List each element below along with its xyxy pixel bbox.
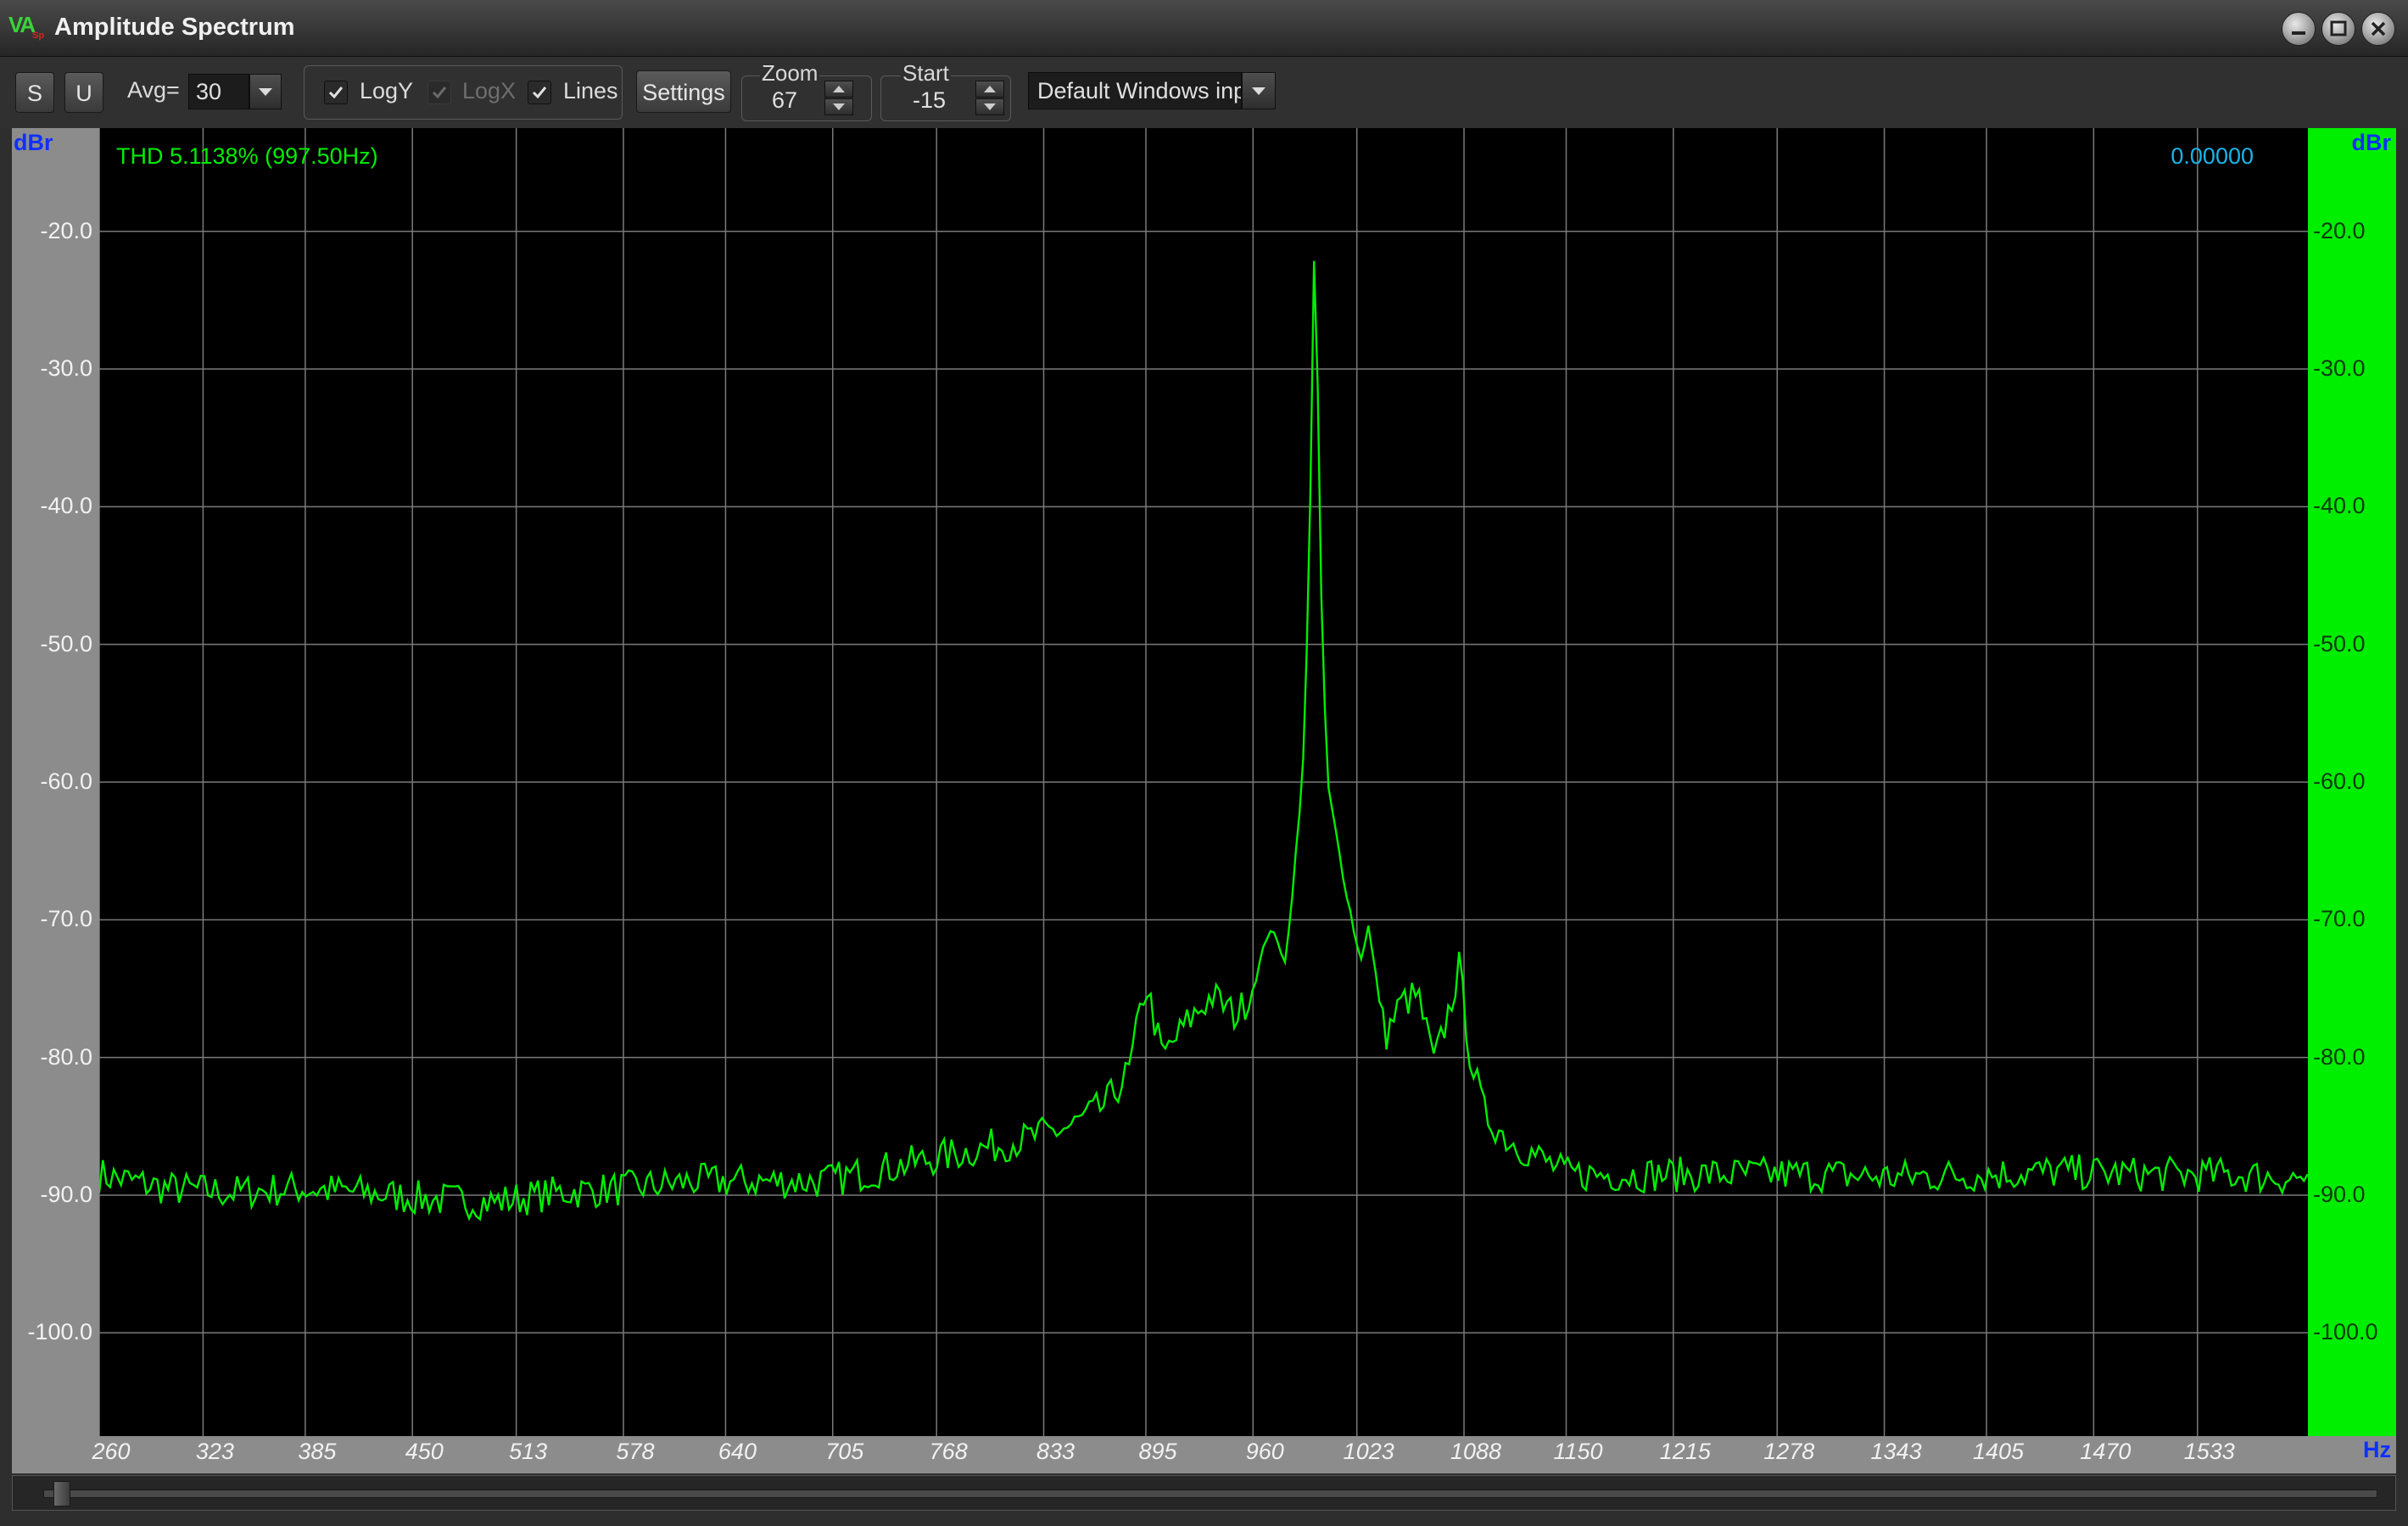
logx-checkbox[interactable] — [427, 81, 451, 104]
y-tick-label-right: -70.0 — [2313, 906, 2366, 932]
x-tick-label: 895 — [1138, 1439, 1177, 1464]
start-value[interactable]: -15 — [913, 87, 946, 114]
avg-dropdown-button[interactable] — [249, 74, 282, 109]
x-tick-label: 323 — [195, 1439, 234, 1464]
x-tick-label: 833 — [1036, 1439, 1075, 1464]
avg-label: Avg= — [127, 77, 180, 103]
x-tick-label: 260 — [92, 1439, 131, 1464]
y-tick-label: -30.0 — [40, 355, 92, 382]
x-tick-label: 1533 — [2183, 1439, 2235, 1464]
x-axis-unit: Hz — [2363, 1437, 2391, 1462]
y-tick-label: -60.0 — [40, 769, 92, 794]
x-tick-label: 960 — [1245, 1439, 1284, 1464]
y-tick-label: -100.0 — [27, 1319, 92, 1345]
zoom-value[interactable]: 67 — [772, 87, 797, 114]
close-button[interactable] — [2361, 12, 2395, 46]
x-tick-label: 1215 — [1659, 1439, 1711, 1464]
x-tick-label: 1023 — [1343, 1439, 1394, 1464]
y-tick-label-right: -80.0 — [2313, 1043, 2366, 1070]
input-device-select[interactable]: Default Windows inp — [1028, 72, 1242, 109]
title-bar[interactable]: VA Sp Amplitude Spectrum — [0, 0, 2408, 57]
x-tick-label: 1278 — [1763, 1439, 1815, 1464]
y-tick-label-right: -60.0 — [2313, 769, 2366, 794]
lines-label: Lines — [563, 78, 618, 103]
zoom-label: Zoom — [760, 60, 820, 87]
input-device-dropdown-button[interactable] — [1242, 72, 1276, 109]
minimize-icon — [2292, 31, 2305, 35]
toolbar: S U Avg= 30 LogY LogX Lines Settings Zoo… — [0, 57, 2408, 128]
maximize-icon — [2330, 20, 2347, 36]
spectrum-trace — [98, 260, 2309, 1221]
y-tick-label-right: -50.0 — [2313, 630, 2366, 657]
zoom-down-button[interactable] — [824, 98, 853, 115]
y-tick-label: -40.0 — [40, 493, 92, 519]
zoom-up-button[interactable] — [824, 81, 853, 98]
x-tick-label: 768 — [929, 1439, 968, 1464]
avg-input[interactable]: 30 — [188, 74, 249, 109]
maximize-button[interactable] — [2321, 12, 2355, 46]
x-tick-label: 385 — [298, 1439, 337, 1464]
y-axis-unit-right: dBr — [2351, 130, 2392, 155]
x-tick-label: 640 — [718, 1439, 757, 1464]
app-logo-icon: VA Sp — [8, 12, 45, 41]
y-tick-label: -50.0 — [40, 630, 92, 657]
check-icon — [432, 87, 447, 99]
logy-label: LogY — [360, 78, 414, 103]
thd-readout: THD 5.1138% (997.50Hz) — [116, 143, 378, 169]
y-tick-label-right: -40.0 — [2313, 493, 2366, 519]
cursor-value-readout: 0.00000 — [2171, 143, 2254, 169]
logx-label: LogX — [462, 78, 517, 103]
y-tick-label: -90.0 — [40, 1181, 92, 1207]
x-axis — [12, 1436, 2396, 1473]
u-button[interactable]: U — [64, 72, 103, 113]
minimize-button[interactable] — [2282, 12, 2316, 46]
x-tick-label: 513 — [509, 1439, 548, 1464]
logy-checkbox[interactable] — [324, 81, 348, 104]
scrollbar-thumb[interactable] — [53, 1481, 70, 1506]
close-icon — [2371, 21, 2386, 36]
y-tick-label-right: -90.0 — [2313, 1181, 2366, 1207]
y-axis-left: dBr -20.0 -30.0 -40.0 -50.0 -60.0 -70.0 -80.0 -… — [12, 128, 99, 1436]
settings-button[interactable]: Settings — [636, 70, 731, 113]
scrollbar-track[interactable] — [43, 1490, 2377, 1498]
y-tick-label-right: -100.0 — [2313, 1319, 2378, 1345]
y-axis-unit-left: dBr — [14, 130, 53, 155]
y-tick-label: -20.0 — [40, 217, 92, 243]
lines-checkbox[interactable] — [528, 81, 551, 104]
x-tick-label: 705 — [825, 1439, 864, 1464]
spectrum-plot[interactable]: THD 5.1138% (997.50Hz) 0.00000 — [98, 128, 2309, 1436]
start-down-button[interactable] — [975, 98, 1004, 115]
x-tick-label: 1405 — [1973, 1439, 2025, 1464]
x-tick-label: 450 — [405, 1439, 444, 1464]
window-title: Amplitude Spectrum — [54, 14, 295, 41]
x-tick-label: 1470 — [2080, 1439, 2131, 1464]
x-tick-label: 1343 — [1870, 1439, 1922, 1464]
check-icon — [328, 87, 344, 99]
y-tick-label-right: -30.0 — [2313, 355, 2366, 382]
frequency-scrollbar[interactable] — [12, 1475, 2396, 1511]
start-label: Start — [901, 60, 951, 87]
spectrum-chart — [98, 128, 2309, 1436]
start-up-button[interactable] — [975, 81, 1004, 98]
y-tick-label: -70.0 — [40, 906, 92, 932]
x-tick-label: 578 — [616, 1439, 655, 1464]
x-tick-label: 1150 — [1553, 1439, 1603, 1464]
y-tick-label-right: -20.0 — [2313, 217, 2366, 243]
x-tick-label: 1088 — [1450, 1439, 1502, 1464]
y-tick-label: -80.0 — [40, 1043, 92, 1070]
y-axis-right: dBr -20.0 -30.0 -40.0 -50.0 -60.0 -70.0 -80.0 -… — [2308, 128, 2396, 1436]
check-icon — [532, 87, 547, 99]
s-button[interactable]: S — [15, 72, 54, 113]
